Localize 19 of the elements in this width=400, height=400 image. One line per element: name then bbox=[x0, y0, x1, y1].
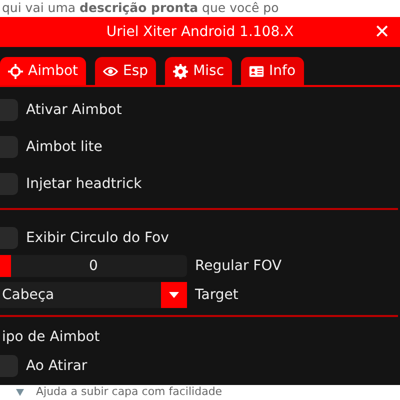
checkbox-label: Aimbot lite bbox=[26, 138, 102, 154]
close-button[interactable]: ✕ bbox=[370, 17, 394, 47]
fov-slider[interactable]: 0 bbox=[0, 255, 187, 278]
checkbox-label: Ativar Aimbot bbox=[26, 102, 122, 118]
checkbox-label: Injetar headtrick bbox=[26, 176, 142, 192]
checkbox-label: Exibir Circulo do Fov bbox=[26, 230, 169, 246]
window-title: Uriel Xiter Android 1.108.X bbox=[106, 24, 294, 40]
section-heading: ipo de Aimbot bbox=[1, 328, 101, 348]
tab[interactable]: Esp bbox=[95, 57, 156, 85]
tab[interactable]: Aimbot bbox=[0, 57, 86, 85]
page-text: qui vai uma descrição pronta que você po bbox=[2, 0, 279, 15]
tab[interactable]: Info bbox=[241, 57, 304, 85]
page-text: Ajuda a subir capa com facilidade bbox=[36, 385, 222, 399]
tab[interactable]: Misc bbox=[165, 57, 232, 85]
slider-label: Regular FOV bbox=[195, 258, 282, 274]
checkbox-label: Ao Atirar bbox=[26, 358, 88, 374]
dropdown-label: Target bbox=[195, 287, 238, 304]
slider-value: 0 bbox=[89, 258, 98, 274]
target-dropdown[interactable]: Cabeça bbox=[0, 282, 187, 308]
